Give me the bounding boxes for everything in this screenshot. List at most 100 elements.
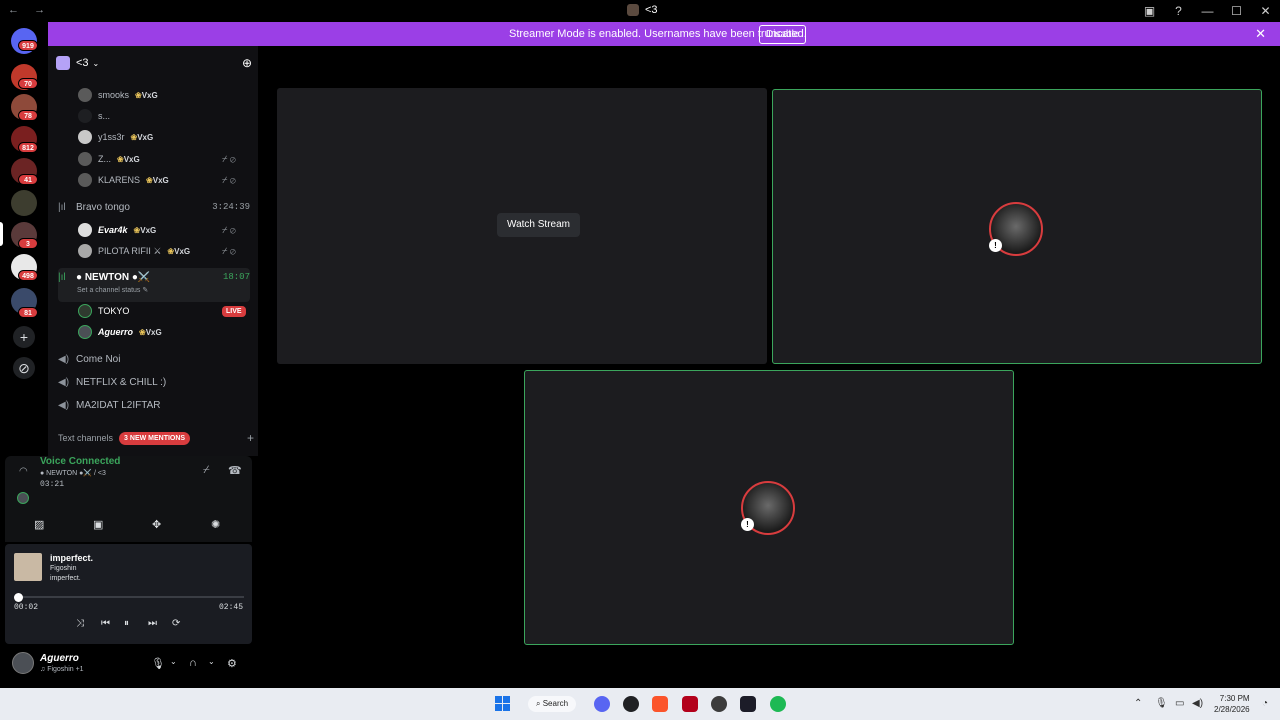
- voice-channel-bravo[interactable]: |ıl Bravo tongo 3:24:39: [58, 197, 250, 217]
- chevron-down-icon[interactable]: ⌄: [208, 657, 215, 666]
- headphones-icon[interactable]: ∩: [189, 657, 197, 669]
- badge: 3: [18, 238, 38, 249]
- avatar[interactable]: [12, 652, 34, 674]
- voice-status[interactable]: Voice Connected: [40, 456, 120, 467]
- user-name: KLARENS: [98, 175, 141, 185]
- clock-date: 2/28/2026: [1214, 705, 1250, 714]
- help-icon[interactable]: ?: [1164, 4, 1193, 18]
- server-icon: [627, 4, 639, 16]
- channel-name: Bravo tongo: [76, 201, 130, 213]
- add-channel-icon[interactable]: +: [247, 431, 254, 445]
- elapsed-time: 00:02: [14, 603, 39, 612]
- spotify-taskbar-icon[interactable]: [770, 696, 786, 712]
- server-header[interactable]: <3 ⌄ ⊕: [56, 54, 252, 72]
- invite-icon[interactable]: ⊕: [242, 56, 252, 70]
- stream-tile[interactable]: Watch Stream: [277, 88, 767, 364]
- browser-taskbar-icon[interactable]: [623, 696, 639, 712]
- voice-user[interactable]: Evar4k VxG: [78, 221, 156, 239]
- voice-user[interactable]: Aguerro VxG: [78, 323, 162, 341]
- avatar: [78, 130, 92, 144]
- noise-suppression-icon[interactable]: ⌿: [203, 464, 210, 477]
- participant-tile[interactable]: !: [772, 89, 1262, 364]
- chevron-up-icon[interactable]: ⌃: [1134, 698, 1142, 709]
- avatar: [78, 109, 92, 123]
- voice-user[interactable]: y1ss3r VxG: [78, 128, 153, 146]
- windows-start-icon[interactable]: [495, 696, 510, 711]
- app-taskbar-icon[interactable]: [682, 696, 698, 712]
- clock[interactable]: 7:30 PM 2/28/2026: [1214, 693, 1250, 715]
- camera-off-icon[interactable]: ▨: [34, 518, 44, 531]
- user-activity: ♫ Figoshin +1: [40, 666, 84, 673]
- duration: 02:45: [219, 603, 244, 612]
- participant-tile[interactable]: !: [524, 370, 1014, 645]
- avatar: [78, 304, 92, 318]
- voice-connected-panel: ◠ Voice Connected ● NEWTON ●⚔️ / <3 03:2…: [5, 456, 252, 542]
- minimize-button[interactable]: —: [1193, 4, 1222, 18]
- notification-icon[interactable]: ◔: [1262, 698, 1268, 709]
- voice-user[interactable]: PILOTA RIFII ⚔ VxG: [78, 242, 190, 260]
- avatar: [78, 88, 92, 102]
- avatar: !: [989, 202, 1043, 256]
- close-button[interactable]: ✕: [1251, 4, 1280, 18]
- channel-name: MA2IDAT L2IFTAR: [76, 399, 161, 411]
- user-tag: VxG: [117, 155, 140, 164]
- repeat-icon[interactable]: ⟳: [172, 618, 180, 629]
- screen-share-icon[interactable]: ▣: [93, 518, 103, 531]
- microphone-icon[interactable]: 🎙: [151, 657, 165, 670]
- watch-stream-button[interactable]: Watch Stream: [497, 213, 580, 237]
- user-tag: VxG: [134, 226, 156, 235]
- voice-user[interactable]: Z... VxG: [78, 150, 140, 168]
- disconnect-icon[interactable]: ☎: [228, 464, 242, 477]
- app-taskbar-icon[interactable]: [740, 696, 756, 712]
- voice-user[interactable]: KLARENS VxG: [78, 171, 169, 189]
- signal-icon[interactable]: ◠: [19, 466, 28, 477]
- app-taskbar-icon[interactable]: [711, 696, 727, 712]
- previous-icon[interactable]: ⏮: [101, 618, 110, 629]
- soundboard-icon[interactable]: ✺: [211, 518, 220, 531]
- server-icon[interactable]: [11, 190, 37, 216]
- compass-icon[interactable]: ⊘: [13, 357, 35, 379]
- next-icon[interactable]: ⏭: [148, 618, 157, 629]
- pause-icon[interactable]: ⏸: [124, 618, 129, 629]
- shuffle-icon[interactable]: ⤨: [76, 618, 84, 629]
- microphone-icon[interactable]: 🎙: [1155, 698, 1168, 709]
- speaker-icon: ◀): [58, 376, 70, 388]
- brave-taskbar-icon[interactable]: [652, 696, 668, 712]
- voice-user[interactable]: TOKYO: [78, 302, 129, 320]
- voice-channel[interactable]: ◀) NETFLIX & CHILL :): [58, 372, 250, 392]
- voice-user[interactable]: s...: [78, 107, 110, 125]
- network-icon[interactable]: ▭: [1175, 698, 1184, 709]
- voice-channel-path[interactable]: ● NEWTON ●⚔️ / <3: [40, 469, 106, 477]
- song-artist: Figoshin: [50, 565, 77, 572]
- voice-user[interactable]: smooks VxG: [78, 86, 158, 104]
- server-name: <3: [76, 57, 89, 69]
- forward-button[interactable]: →: [34, 4, 45, 16]
- avatar: [78, 325, 92, 339]
- add-server-icon[interactable]: +: [13, 326, 35, 348]
- maximize-button[interactable]: ☐: [1222, 4, 1251, 18]
- progress-knob[interactable]: [14, 593, 23, 602]
- chevron-down-icon: ⌄: [92, 58, 100, 68]
- inbox-icon[interactable]: ▣: [1135, 4, 1164, 18]
- search-box[interactable]: ⌕ Search: [528, 696, 577, 712]
- close-icon[interactable]: ✕: [1255, 26, 1266, 42]
- voice-channel[interactable]: ◀) MA2IDAT L2IFTAR: [58, 395, 250, 415]
- new-mentions-badge[interactable]: 3 NEW MENTIONS: [119, 431, 191, 445]
- voice-active-icon: |ıl: [58, 272, 66, 283]
- channel-name: Come Noi: [76, 353, 121, 365]
- channel-status[interactable]: Set a channel status ✎: [77, 286, 148, 294]
- disable-button[interactable]: Disable: [759, 25, 807, 44]
- voice-channel-newton[interactable]: |ıl ● NEWTON ●⚔️ 18:07: [58, 268, 250, 302]
- progress-bar[interactable]: [17, 596, 244, 598]
- voice-channel[interactable]: ◀) Come Noi: [58, 349, 250, 369]
- song-title: imperfect.: [50, 553, 94, 563]
- chevron-down-icon[interactable]: ⌄: [170, 657, 177, 666]
- gear-icon[interactable]: ⚙: [227, 657, 237, 670]
- activities-icon[interactable]: ✥: [152, 518, 161, 531]
- volume-icon[interactable]: ◀): [1192, 698, 1203, 709]
- text-channels-header[interactable]: Text channels 3 NEW MENTIONS +: [58, 431, 254, 445]
- back-button[interactable]: ←: [8, 4, 19, 16]
- avatar: [78, 244, 92, 258]
- user-name[interactable]: Aguerro: [40, 653, 79, 664]
- discord-taskbar-icon[interactable]: [594, 696, 610, 712]
